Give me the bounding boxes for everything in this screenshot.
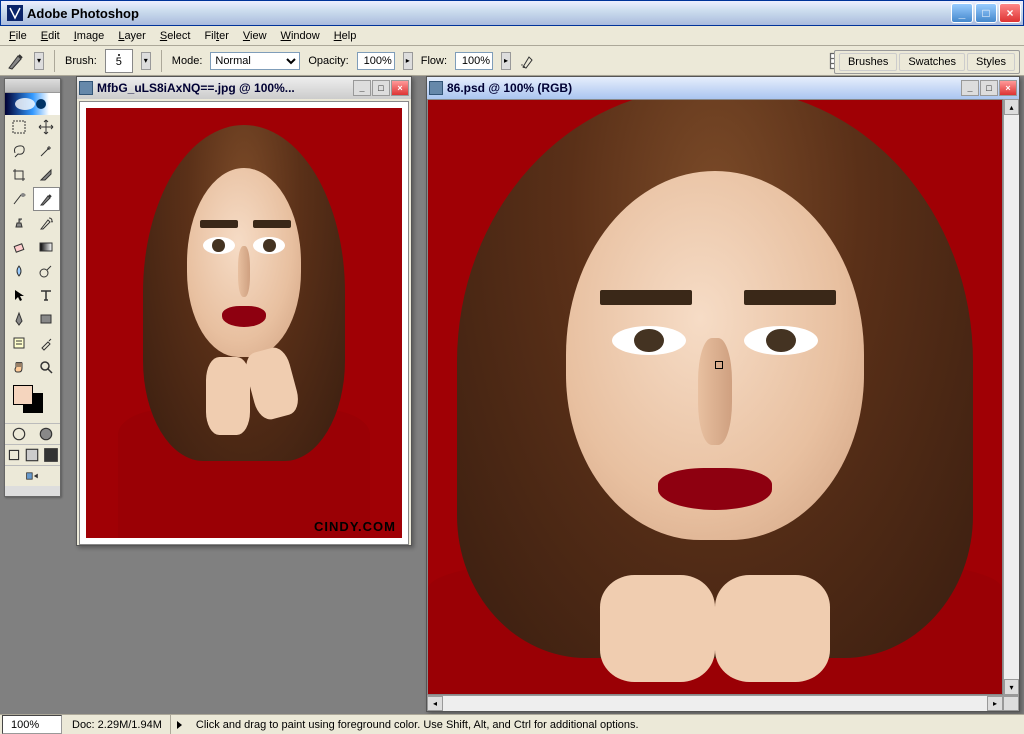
menu-window[interactable]: Window: [274, 28, 327, 44]
standard-mode-button[interactable]: [5, 424, 33, 444]
tab-swatches[interactable]: Swatches: [899, 53, 965, 71]
gradient-tool[interactable]: [33, 235, 61, 259]
menu-layer[interactable]: Layer: [111, 28, 153, 44]
menu-edit[interactable]: Edit: [34, 28, 67, 44]
document-window-2: 86.psd @ 100% (RGB) _ □ ×: [426, 76, 1020, 712]
zoom-input[interactable]: 100%: [2, 715, 62, 734]
doc2-close-button[interactable]: ×: [999, 80, 1017, 96]
menu-select[interactable]: Select: [153, 28, 198, 44]
slice-tool[interactable]: [33, 163, 61, 187]
opacity-label: Opacity:: [308, 55, 348, 67]
brush-cursor: [715, 361, 723, 369]
mode-select[interactable]: Normal: [210, 52, 300, 70]
flow-label: Flow:: [421, 55, 447, 67]
mode-label: Mode:: [172, 55, 203, 67]
dodge-tool[interactable]: [33, 259, 61, 283]
current-tool-icon[interactable]: [6, 51, 26, 71]
toolbox: [4, 78, 61, 497]
scroll-left-button[interactable]: ◂: [427, 696, 443, 711]
app-titlebar: Adobe Photoshop _ □ ×: [0, 0, 1024, 26]
full-menubar-screen-button[interactable]: [23, 445, 41, 465]
app-title: Adobe Photoshop: [27, 6, 951, 21]
workspace: MfbG_uLS8iAxNQ==.jpg @ 100%... _ □ ×: [0, 76, 1024, 714]
scroll-right-button[interactable]: ▸: [987, 696, 1003, 711]
doc1-title: MfbG_uLS8iAxNQ==.jpg @ 100%...: [97, 81, 349, 95]
eyedropper-tool[interactable]: [33, 331, 61, 355]
magic-wand-tool[interactable]: [33, 139, 61, 163]
menu-image[interactable]: Image: [67, 28, 112, 44]
healing-brush-tool[interactable]: [5, 187, 33, 211]
tab-styles[interactable]: Styles: [967, 53, 1015, 71]
rectangular-marquee-tool[interactable]: [5, 115, 33, 139]
minimize-button[interactable]: _: [951, 3, 973, 23]
scroll-down-button[interactable]: ▾: [1004, 679, 1019, 695]
doc2-horizontal-scrollbar[interactable]: ◂ ▸: [427, 695, 1019, 711]
doc1-titlebar[interactable]: MfbG_uLS8iAxNQ==.jpg @ 100%... _ □ ×: [77, 77, 411, 99]
opacity-input[interactable]: 100%: [357, 52, 395, 70]
doc1-watermark: CINDY.COM: [314, 519, 396, 534]
tab-brushes[interactable]: Brushes: [839, 53, 897, 71]
flow-arrow[interactable]: ▸: [501, 52, 511, 70]
full-screen-button[interactable]: [42, 445, 60, 465]
brush-label: Brush:: [65, 55, 97, 67]
photoshop-doc-icon: [79, 81, 93, 95]
lasso-tool[interactable]: [5, 139, 33, 163]
toolbox-grip[interactable]: [5, 79, 60, 93]
doc2-canvas[interactable]: [427, 99, 1003, 695]
airbrush-toggle[interactable]: [519, 51, 539, 71]
doc2-vertical-scrollbar[interactable]: ▴ ▾: [1003, 99, 1019, 695]
blur-tool[interactable]: [5, 259, 33, 283]
photoshop-doc-icon: [429, 81, 443, 95]
opacity-arrow[interactable]: ▸: [403, 52, 413, 70]
rectangle-tool[interactable]: [33, 307, 61, 331]
maximize-button[interactable]: □: [975, 3, 997, 23]
doc2-minimize-button[interactable]: _: [961, 80, 979, 96]
eraser-tool[interactable]: [5, 235, 33, 259]
status-hint: Click and drag to paint using foreground…: [188, 715, 647, 734]
history-brush-tool[interactable]: [33, 211, 61, 235]
app-icon: [7, 5, 23, 21]
doc1-close-button[interactable]: ×: [391, 80, 409, 96]
status-menu-arrow[interactable]: [177, 721, 182, 729]
hand-tool[interactable]: [5, 355, 33, 379]
color-swatches[interactable]: [9, 383, 56, 419]
menu-file[interactable]: File: [2, 28, 34, 44]
toolbox-logo[interactable]: [5, 93, 60, 115]
quickmask-mode-button[interactable]: [33, 424, 61, 444]
foreground-color[interactable]: [13, 385, 33, 405]
document-window-1: MfbG_uLS8iAxNQ==.jpg @ 100%... _ □ ×: [76, 76, 412, 546]
type-tool[interactable]: [33, 283, 61, 307]
menubar: File Edit Image Layer Select Filter View…: [0, 26, 1024, 46]
doc2-maximize-button[interactable]: □: [980, 80, 998, 96]
notes-tool[interactable]: [5, 331, 33, 355]
crop-tool[interactable]: [5, 163, 33, 187]
pen-tool[interactable]: [5, 307, 33, 331]
flow-input[interactable]: 100%: [455, 52, 493, 70]
palette-well: Brushes Swatches Styles: [834, 50, 1020, 74]
menu-help[interactable]: Help: [327, 28, 364, 44]
status-bar: 100% Doc: 2.29M/1.94M Click and drag to …: [0, 714, 1024, 734]
standard-screen-button[interactable]: [5, 445, 23, 465]
tool-preset-picker[interactable]: ▾: [34, 52, 44, 70]
clone-stamp-tool[interactable]: [5, 211, 33, 235]
menu-view[interactable]: View: [236, 28, 274, 44]
menu-filter[interactable]: Filter: [197, 28, 235, 44]
brush-tool[interactable]: [33, 187, 61, 211]
doc2-titlebar[interactable]: 86.psd @ 100% (RGB) _ □ ×: [427, 77, 1019, 99]
zoom-tool[interactable]: [33, 355, 61, 379]
doc-size-display[interactable]: Doc: 2.29M/1.94M: [64, 715, 171, 734]
scroll-up-button[interactable]: ▴: [1004, 99, 1019, 115]
brush-preset-arrow[interactable]: ▾: [141, 52, 151, 70]
path-selection-tool[interactable]: [5, 283, 33, 307]
close-button[interactable]: ×: [999, 3, 1021, 23]
doc1-maximize-button[interactable]: □: [372, 80, 390, 96]
doc1-canvas[interactable]: CINDY.COM: [79, 101, 409, 545]
doc1-minimize-button[interactable]: _: [353, 80, 371, 96]
jump-to-imageready-button[interactable]: [5, 466, 60, 486]
brush-preset-picker[interactable]: 5: [105, 49, 133, 73]
move-tool[interactable]: [33, 115, 61, 139]
doc2-title: 86.psd @ 100% (RGB): [447, 81, 957, 95]
